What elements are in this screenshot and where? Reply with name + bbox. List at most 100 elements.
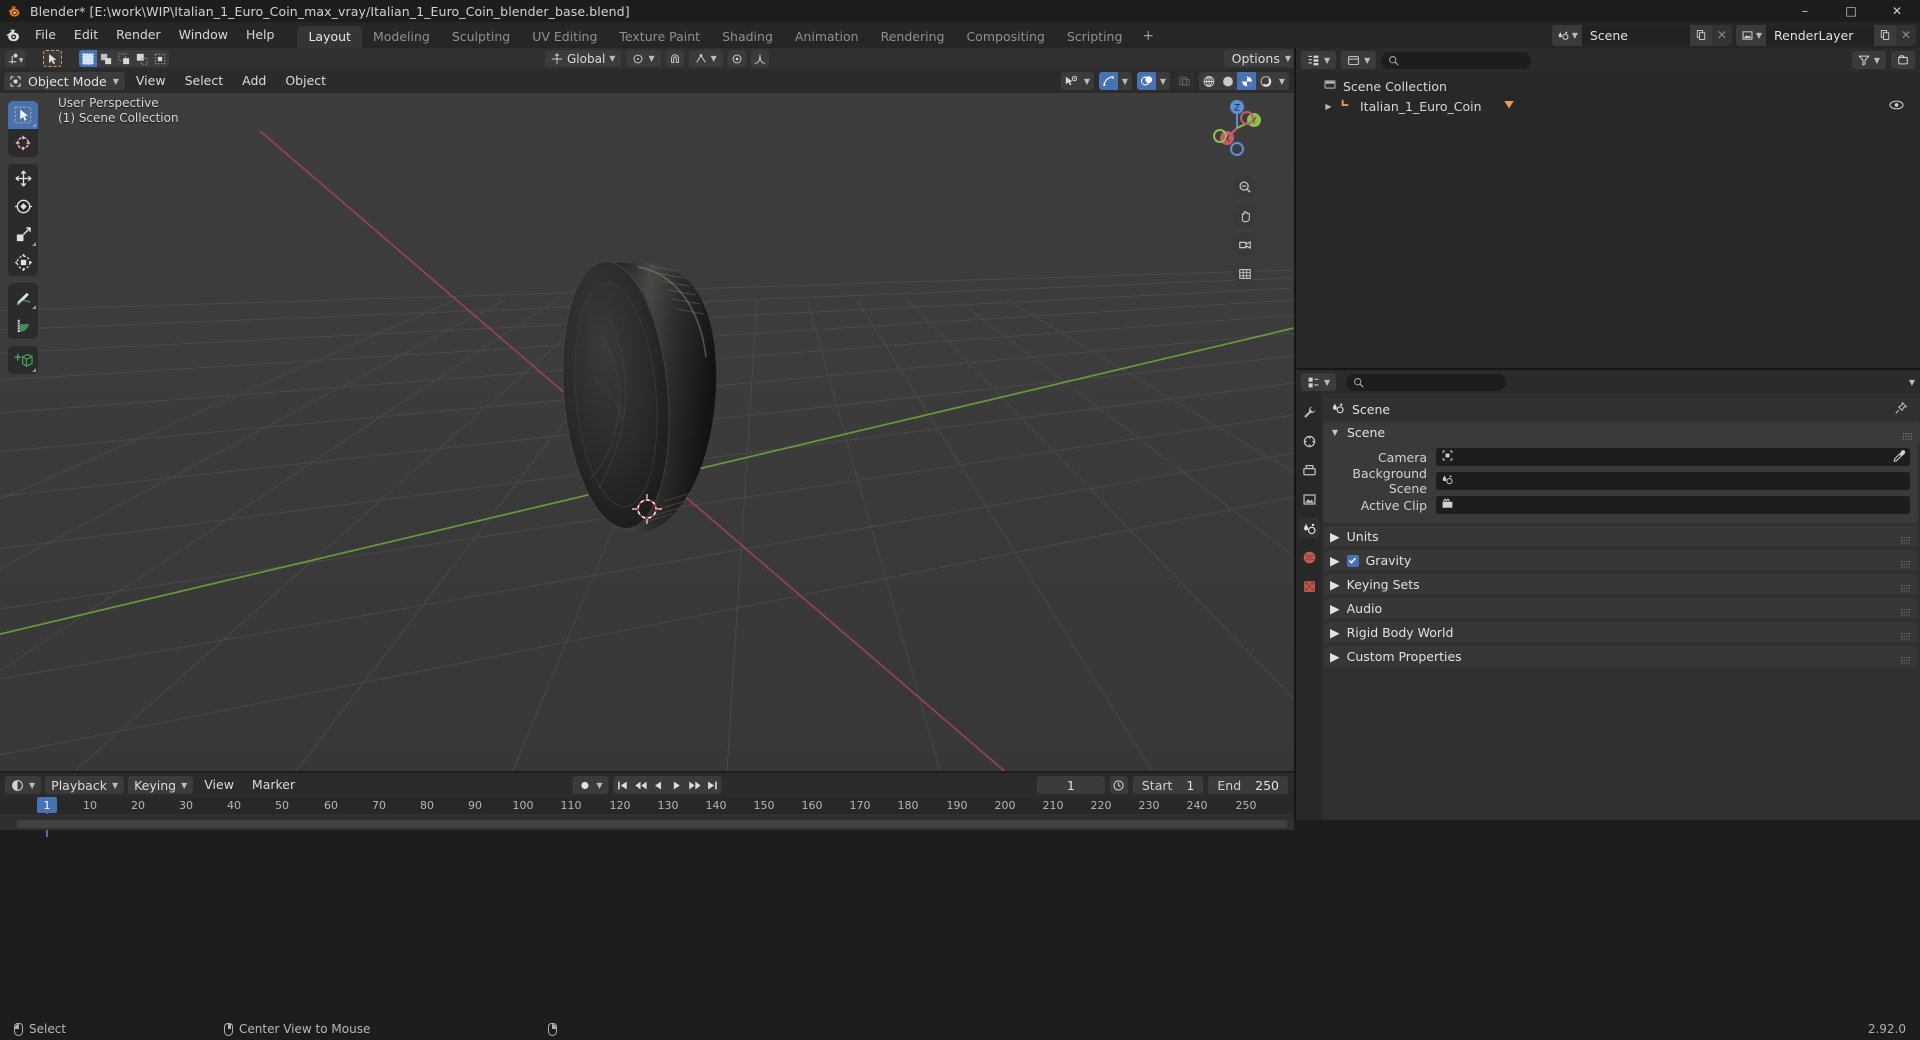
next-keyframe-button[interactable] bbox=[686, 776, 704, 794]
move-tool[interactable] bbox=[8, 164, 38, 192]
new-viewlayer-icon[interactable] bbox=[1874, 24, 1896, 46]
close-button[interactable]: ✕ bbox=[1874, 0, 1920, 22]
current-frame-field[interactable]: 1 bbox=[1036, 776, 1105, 794]
timeline-ruler[interactable]: 1 10 20 30 40 50 60 70 80 90 100 110 120… bbox=[0, 797, 1294, 837]
select-intersect-icon[interactable] bbox=[151, 50, 169, 67]
zoom-nav-button[interactable] bbox=[1233, 175, 1256, 198]
select-difference-icon[interactable] bbox=[133, 50, 151, 67]
transform-tool[interactable] bbox=[8, 248, 38, 276]
annotate-tool[interactable] bbox=[8, 283, 38, 311]
outliner-row-scene-collection[interactable]: Scene Collection bbox=[1296, 76, 1920, 96]
end-frame-field[interactable]: End 250 bbox=[1208, 776, 1288, 794]
auto-keying-toggle[interactable]: ▼ bbox=[572, 776, 609, 794]
mesh-data-icon[interactable] bbox=[1502, 98, 1516, 114]
snap-magnet-icon[interactable] bbox=[665, 50, 684, 67]
new-scene-icon[interactable] bbox=[1689, 24, 1712, 46]
rotate-tool[interactable] bbox=[8, 192, 38, 220]
solid-shading-icon[interactable] bbox=[1218, 72, 1237, 90]
proportional-falloff-icon[interactable] bbox=[750, 50, 769, 67]
add-cube-tool[interactable] bbox=[8, 346, 38, 374]
xray-toggle-icon[interactable] bbox=[1175, 72, 1194, 90]
view-layer-icon[interactable]: ▼ bbox=[1735, 24, 1766, 46]
viewport-menu-object[interactable]: Object bbox=[277, 72, 334, 90]
ortho-nav-button[interactable] bbox=[1233, 262, 1256, 285]
timeline-menu-marker[interactable]: Marker bbox=[245, 776, 302, 794]
use-preview-range-ic on[interactable] bbox=[1109, 776, 1128, 794]
tab-shading[interactable]: Shading bbox=[711, 26, 784, 48]
outliner-search-input[interactable] bbox=[1381, 51, 1532, 69]
select-extend-icon[interactable] bbox=[97, 50, 115, 67]
blender-menu-icon[interactable] bbox=[0, 22, 26, 48]
previous-keyframe-button[interactable] bbox=[632, 776, 650, 794]
timeline-menu-keying[interactable]: Keying ▼ bbox=[128, 776, 194, 794]
menu-edit[interactable]: Edit bbox=[65, 25, 107, 45]
viewport-menu-add[interactable]: Add bbox=[234, 72, 274, 90]
interaction-mode-dropdown[interactable]: Object Mode ▼ bbox=[4, 72, 125, 90]
rendered-shading-icon[interactable] bbox=[1256, 72, 1275, 90]
overlays-chevron-icon[interactable]: ▼ bbox=[1156, 72, 1170, 90]
properties-editor-type-icon[interactable]: ▼ bbox=[1301, 373, 1337, 391]
object-visibility-icon[interactable] bbox=[1061, 72, 1080, 90]
properties-header-chevron-icon[interactable]: ▼ bbox=[1909, 378, 1915, 387]
rigid-body-world-panel-row[interactable]: ▶ Rigid Body World bbox=[1324, 622, 1918, 643]
add-workspace-button[interactable]: + bbox=[1133, 26, 1163, 48]
show-gizmo-icon[interactable] bbox=[1099, 72, 1118, 90]
jump-to-start-button[interactable] bbox=[614, 776, 632, 794]
timeline-editor-type-icon[interactable]: ▼ bbox=[5, 776, 42, 794]
snap-to-dropdown[interactable]: ▼ bbox=[688, 50, 723, 67]
jump-to-end-button[interactable] bbox=[704, 776, 722, 794]
cursor-tool[interactable] bbox=[8, 129, 38, 157]
outliner-editor-type-icon[interactable]: ▼ bbox=[1301, 51, 1337, 69]
maximize-button[interactable]: □ bbox=[1828, 0, 1874, 22]
properties-editor[interactable]: ▼ ▼ Scene ▼ Scene Camera Background Scen… bbox=[1296, 370, 1920, 820]
outliner-filter-icon[interactable]: ▼ bbox=[1851, 51, 1886, 69]
pan-nav-button[interactable] bbox=[1233, 204, 1256, 227]
tab-uv-editing[interactable]: UV Editing bbox=[521, 26, 608, 48]
remove-viewlayer-icon[interactable]: ✕ bbox=[1896, 24, 1916, 46]
viewlayer-name[interactable]: RenderLayer bbox=[1766, 24, 1874, 46]
output-tab[interactable] bbox=[1298, 460, 1320, 480]
timeline-menu-view[interactable]: View bbox=[197, 776, 241, 794]
timeline-editor[interactable]: ▼ Playback ▼ Keying ▼ View Marker ▼ 1 St… bbox=[0, 773, 1294, 837]
minimize-button[interactable]: – bbox=[1782, 0, 1828, 22]
play-reverse-button[interactable] bbox=[650, 776, 668, 794]
scene-datablock[interactable]: ▼ Scene ✕ bbox=[1551, 24, 1732, 46]
gizmo-chevron-icon[interactable]: ▼ bbox=[1118, 72, 1132, 90]
select-set-icon[interactable] bbox=[79, 50, 97, 67]
custom-properties-panel-row[interactable]: ▶ Custom Properties bbox=[1324, 646, 1918, 667]
menu-window[interactable]: Window bbox=[170, 25, 237, 45]
tab-modeling[interactable]: Modeling bbox=[362, 26, 441, 48]
scene-tab[interactable] bbox=[1298, 518, 1320, 538]
tweak-select-tool[interactable] bbox=[8, 101, 38, 129]
tab-scripting[interactable]: Scripting bbox=[1056, 26, 1134, 48]
scene-name[interactable]: Scene bbox=[1581, 24, 1690, 46]
timeline-track-area[interactable] bbox=[0, 814, 1294, 830]
transform-orientation-dropdown[interactable]: Global ▼ bbox=[545, 50, 622, 67]
outliner-editor[interactable]: ▼ ▼ ▼ Scene Collection ▶ Italian_1_Euro_… bbox=[1296, 48, 1920, 368]
3d-viewport[interactable]: Object Mode ▼ View Select Add Object ▼ ▼… bbox=[0, 69, 1294, 771]
remove-scene-icon[interactable]: ✕ bbox=[1711, 24, 1732, 46]
tab-texture-paint[interactable]: Texture Paint bbox=[608, 26, 711, 48]
background-scene-field[interactable] bbox=[1436, 472, 1910, 490]
audio-panel-row[interactable]: ▶ Audio bbox=[1324, 598, 1918, 619]
navigation-gizmo[interactable]: Z Y X bbox=[1204, 95, 1270, 161]
outliner-new-collection-icon[interactable] bbox=[1891, 51, 1915, 69]
active-clip-field[interactable] bbox=[1436, 496, 1910, 514]
tab-sculpting[interactable]: Sculpting bbox=[441, 26, 521, 48]
menu-render[interactable]: Render bbox=[107, 25, 170, 45]
timeline-menu-playback[interactable]: Playback ▼ bbox=[45, 776, 125, 794]
viewlayer-datablock[interactable]: ▼ RenderLayer ✕ bbox=[1735, 24, 1916, 46]
hide-in-viewport-icon[interactable] bbox=[1889, 99, 1904, 114]
scale-tool[interactable] bbox=[8, 220, 38, 248]
menu-help[interactable]: Help bbox=[237, 25, 284, 45]
world-tab[interactable] bbox=[1298, 547, 1320, 567]
properties-search-input[interactable] bbox=[1346, 373, 1507, 391]
proportional-edit-icon[interactable] bbox=[727, 50, 746, 67]
tool-tab[interactable] bbox=[1298, 402, 1320, 422]
shading-chevron-icon[interactable]: ▼ bbox=[1275, 72, 1289, 90]
viewport-menu-view[interactable]: View bbox=[128, 72, 174, 90]
viewport-options-dropdown[interactable]: Options ▼ bbox=[1223, 50, 1299, 67]
tab-animation[interactable]: Animation bbox=[784, 26, 870, 48]
scene-panel-header[interactable]: ▼ Scene bbox=[1324, 422, 1920, 442]
units-panel-row[interactable]: ▶ Units bbox=[1324, 526, 1918, 547]
